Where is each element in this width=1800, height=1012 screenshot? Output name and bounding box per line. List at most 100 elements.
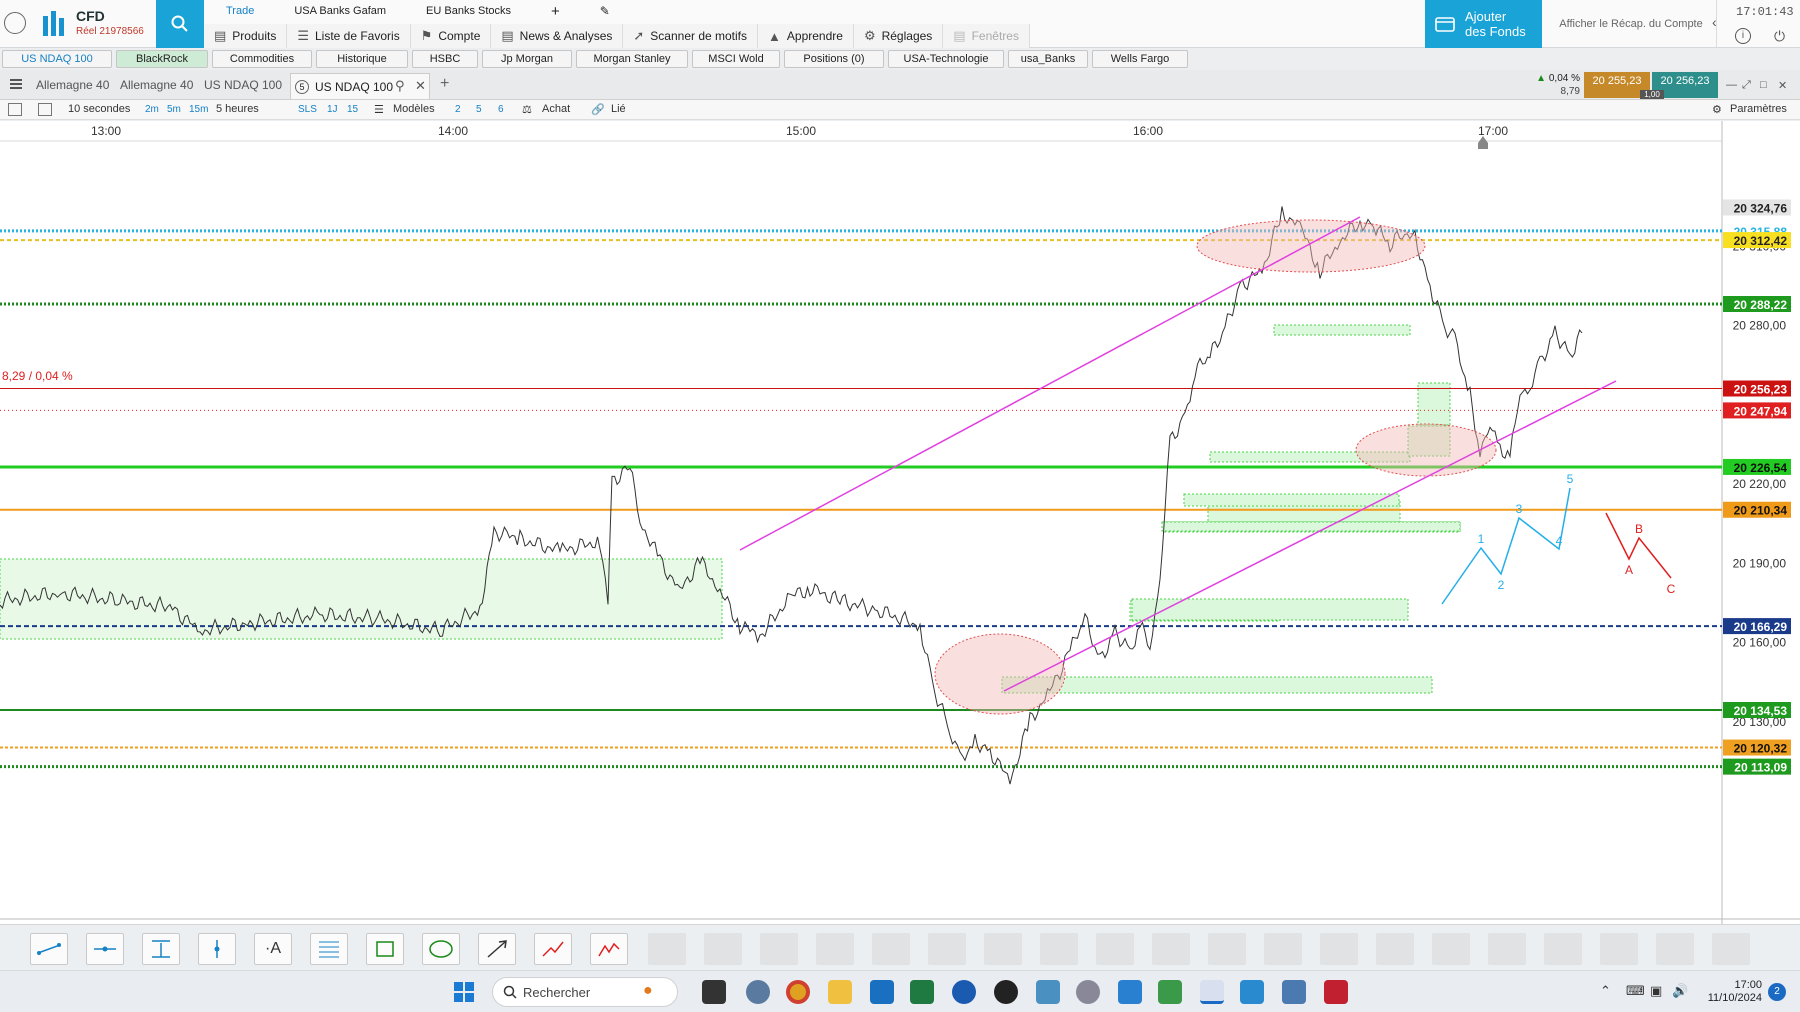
- add-workspace-icon[interactable]: +: [529, 3, 578, 20]
- chart-canvas[interactable]: 13:0014:0015:0016:0017:00 20 310,0020 28…: [0, 121, 1800, 924]
- empty-tool-slot[interactable]: [1432, 933, 1470, 965]
- settings-app-icon[interactable]: [746, 980, 770, 1004]
- power-icon[interactable]: ⏻: [1774, 28, 1785, 45]
- chart-tab[interactable]: US NDAQ 100: [204, 78, 282, 92]
- support-zone[interactable]: [1273, 324, 1411, 336]
- menu-produits[interactable]: ▤ Produits: [204, 24, 288, 48]
- search-button[interactable]: [156, 0, 204, 48]
- indicators-icon[interactable]: ☰: [374, 103, 384, 116]
- task-view-icon[interactable]: [702, 980, 726, 1004]
- settings-button[interactable]: Paramètres: [1730, 103, 1787, 115]
- watchlist-tab[interactable]: usa_Banks: [1008, 50, 1088, 68]
- menu-compte[interactable]: ⚑ Compte: [410, 24, 492, 48]
- app-icon[interactable]: [870, 980, 894, 1004]
- add-funds-button[interactable]: Ajouter des Fonds: [1425, 0, 1542, 48]
- vertical-line-tool-icon[interactable]: [198, 933, 236, 965]
- link-icon[interactable]: 🔗: [591, 103, 605, 116]
- range-select[interactable]: 5 heures: [216, 103, 259, 115]
- app-icon[interactable]: [952, 980, 976, 1004]
- mail-icon[interactable]: [1036, 980, 1060, 1004]
- watchlist-tab[interactable]: BlackRock: [116, 50, 208, 68]
- tf-15[interactable]: 15: [347, 104, 358, 115]
- empty-tool-slot[interactable]: [816, 933, 854, 965]
- chart-tab[interactable]: Allemagne 40: [36, 78, 109, 92]
- rectangle-tool-icon[interactable]: [366, 933, 404, 965]
- support-zone[interactable]: [1417, 382, 1451, 426]
- empty-tool-slot[interactable]: [1376, 933, 1414, 965]
- taskbar-search[interactable]: Rechercher ●: [492, 977, 678, 1007]
- text-marker-tool-icon[interactable]: [142, 933, 180, 965]
- menu-favoris[interactable]: ☰ Liste de Favoris: [287, 24, 411, 48]
- menu-icon[interactable]: [10, 79, 22, 89]
- empty-tool-slot[interactable]: [1488, 933, 1526, 965]
- close-icon[interactable]: ✕: [415, 78, 426, 94]
- models-button[interactable]: Modèles: [393, 103, 435, 115]
- watchlist-tab[interactable]: Morgan Stanley: [576, 50, 688, 68]
- app-icon[interactable]: [1282, 980, 1306, 1004]
- tf-15m[interactable]: 15m: [189, 104, 208, 115]
- expand-icon[interactable]: ⤢: [1742, 79, 1751, 92]
- watchlist-tab[interactable]: MSCI Wold: [692, 50, 780, 68]
- watchlist-tab[interactable]: Wells Fargo: [1092, 50, 1188, 68]
- watchlist-tab[interactable]: Historique: [316, 50, 408, 68]
- system-clock[interactable]: 17:00 11/10/2024: [1706, 979, 1762, 1005]
- popout-icon[interactable]: □: [1760, 79, 1767, 91]
- menu-news[interactable]: ▤ News & Analyses: [491, 24, 624, 48]
- chart-tab-active[interactable]: 5 US NDAQ 100 ⚲ ✕: [290, 73, 430, 99]
- price-chart[interactable]: 13:0014:0015:0016:0017:00 20 310,0020 28…: [0, 121, 1800, 924]
- account-summary-link[interactable]: Afficher le Récap. du Compte: [1546, 0, 1716, 48]
- empty-tool-slot[interactable]: [928, 933, 966, 965]
- account-number[interactable]: Réel 21978566: [76, 26, 144, 37]
- chart-tab[interactable]: Allemagne 40: [120, 78, 193, 92]
- file-explorer-icon[interactable]: [828, 980, 852, 1004]
- empty-tool-slot[interactable]: [1208, 933, 1246, 965]
- buy-mode-button[interactable]: Achat: [542, 103, 570, 115]
- network-icon[interactable]: ▣: [1650, 983, 1662, 999]
- horizontal-line-tool-icon[interactable]: [86, 933, 124, 965]
- grid-layout-icon[interactable]: [38, 103, 52, 116]
- watchlist-tab[interactable]: Jp Morgan: [482, 50, 572, 68]
- watchlist-tab[interactable]: Commodities: [212, 50, 312, 68]
- interval-select[interactable]: 10 secondes: [68, 103, 130, 115]
- minimize-icon[interactable]: —: [1726, 79, 1737, 91]
- sls-button[interactable]: SLS: [298, 104, 317, 115]
- keyboard-icon[interactable]: ⌨: [1626, 983, 1645, 999]
- linked-toggle[interactable]: Lié: [611, 103, 626, 115]
- edit-workspace-icon[interactable]: ✎: [578, 4, 628, 18]
- empty-tool-slot[interactable]: [1600, 933, 1638, 965]
- empty-tool-slot[interactable]: [1264, 933, 1302, 965]
- app-icon[interactable]: [1324, 980, 1348, 1004]
- support-zone[interactable]: [1183, 493, 1400, 507]
- empty-tool-slot[interactable]: [872, 933, 910, 965]
- volume-icon[interactable]: 🔊: [1672, 983, 1688, 999]
- preset-6[interactable]: 6: [498, 104, 504, 115]
- line-tool-icon[interactable]: [30, 933, 68, 965]
- empty-tool-slot[interactable]: [1152, 933, 1190, 965]
- gear-icon[interactable]: ⚙: [1712, 103, 1722, 116]
- support-zone[interactable]: [1001, 676, 1433, 694]
- watchlist-tab[interactable]: Positions (0): [784, 50, 884, 68]
- workspace-tab-eu-banks[interactable]: EU Banks Stocks: [404, 5, 529, 17]
- workspace-tab-trade[interactable]: Trade: [204, 5, 272, 17]
- top-zone-ellipse[interactable]: [1196, 219, 1426, 273]
- chrome-icon[interactable]: [786, 980, 810, 1004]
- menu-fenetres[interactable]: ▤ Fenêtres: [943, 24, 1030, 48]
- preset-2[interactable]: 2: [455, 104, 461, 115]
- empty-tool-slot[interactable]: [704, 933, 742, 965]
- empty-tool-slot[interactable]: [1040, 933, 1078, 965]
- search-icon[interactable]: ⚲: [395, 78, 405, 94]
- empty-tool-slot[interactable]: [1656, 933, 1694, 965]
- menu-scanner[interactable]: ➚ Scanner de motifs: [623, 24, 759, 48]
- workspace-tab-usa-banks[interactable]: USA Banks Gafam: [272, 5, 404, 17]
- watchlist-tab[interactable]: USA-Technologie: [888, 50, 1004, 68]
- preset-5[interactable]: 5: [476, 104, 482, 115]
- watchlist-tab[interactable]: HSBC: [412, 50, 478, 68]
- fibonacci-tool-icon[interactable]: [310, 933, 348, 965]
- empty-tool-slot[interactable]: [984, 933, 1022, 965]
- empty-tool-slot[interactable]: [760, 933, 798, 965]
- empty-tool-slot[interactable]: [1544, 933, 1582, 965]
- arrow-tool-icon[interactable]: [478, 933, 516, 965]
- add-tab-icon[interactable]: +: [440, 75, 449, 93]
- text-tool-icon[interactable]: ·A: [254, 933, 292, 965]
- ellipse-tool-icon[interactable]: [422, 933, 460, 965]
